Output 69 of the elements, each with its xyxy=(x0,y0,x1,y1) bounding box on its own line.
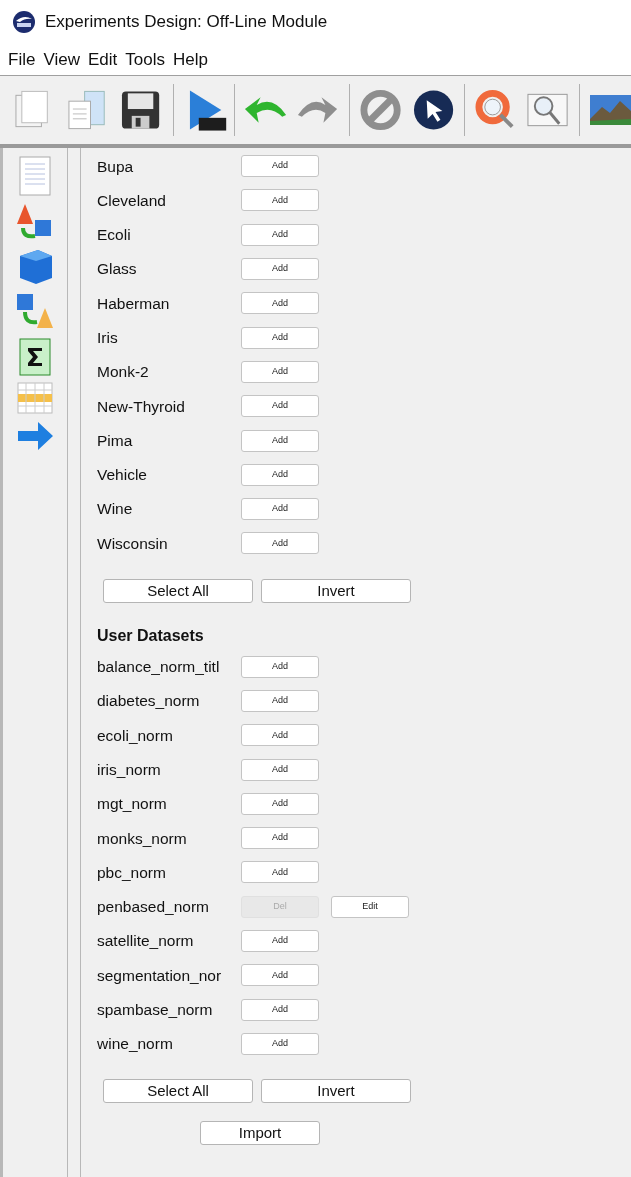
dataset-action-button[interactable]: Add xyxy=(241,998,319,1021)
dataset-name: Ecoli xyxy=(97,225,132,246)
select-all-button[interactable]: Select All xyxy=(103,1079,253,1104)
menu-item[interactable]: File xyxy=(4,46,40,73)
dataset-action-button[interactable]: Add xyxy=(241,395,319,418)
dataset-name: monks_norm xyxy=(97,828,188,849)
dataset-action-button[interactable]: Add xyxy=(241,827,319,850)
app-logo-icon xyxy=(12,10,36,34)
save-icon[interactable] xyxy=(120,89,162,131)
dataset-action-button[interactable]: Add xyxy=(241,189,319,212)
zip-icon[interactable] xyxy=(188,88,228,132)
dataset-name: mgt_norm xyxy=(97,794,168,815)
dataset-name: spambase_norm xyxy=(97,1000,214,1021)
pointer-icon[interactable] xyxy=(412,89,454,131)
dataset-name: wine_norm xyxy=(97,1034,174,1055)
dataset-action-button[interactable]: Add xyxy=(241,690,319,712)
dataset-action-button[interactable]: Add xyxy=(241,360,319,383)
dataset-action-button[interactable]: Add xyxy=(241,792,319,815)
dataset-name: Vehicle xyxy=(97,465,148,486)
invert-button[interactable]: Invert xyxy=(261,578,411,603)
dataset-name: Haberman xyxy=(97,293,171,314)
dataset-name: Cleveland xyxy=(97,190,167,211)
dataset-action-button[interactable]: Add xyxy=(241,498,319,521)
menu-item[interactable]: Edit xyxy=(83,46,122,73)
dataset-action-button[interactable]: Add xyxy=(241,429,319,452)
dataset-action-button[interactable]: Add xyxy=(241,532,319,555)
dataset-name: Wisconsin xyxy=(97,533,169,554)
dataset-name: Glass xyxy=(97,259,138,280)
menu-item[interactable]: View xyxy=(39,46,84,73)
select-all-button[interactable]: Select All xyxy=(103,578,253,603)
dataset-name: Iris xyxy=(97,328,119,348)
menu-item[interactable]: Help xyxy=(168,46,212,73)
landscape-icon[interactable] xyxy=(590,93,631,127)
dataset-action-button[interactable]: Add xyxy=(241,463,319,486)
dataset-action-button[interactable]: Add xyxy=(241,155,319,178)
dataset-action-button[interactable]: Add xyxy=(241,223,319,246)
dataset-action-button[interactable]: Add xyxy=(241,930,319,953)
dataset-action-button[interactable]: Add xyxy=(241,724,319,747)
summation-icon[interactable] xyxy=(19,338,51,376)
dataset-name: iris_norm xyxy=(97,759,162,780)
window-title: Experiments Design: Off-Line Module xyxy=(45,11,328,34)
dataset-action-button[interactable]: Add xyxy=(241,655,319,678)
dataset-action-button[interactable]: Add xyxy=(241,964,319,987)
dataset-action-button[interactable]: Add xyxy=(241,758,319,781)
dataset-name: balance_norm_titl xyxy=(97,657,221,678)
dataset-name: Bupa xyxy=(97,156,135,177)
dataset-name: Wine xyxy=(97,499,134,520)
dataset-name: pbc_norm xyxy=(97,862,167,883)
dataset-action-button[interactable]: Add xyxy=(241,292,319,315)
stop-icon[interactable] xyxy=(359,89,401,131)
dataset-action-button[interactable]: Edit xyxy=(331,895,409,918)
dataset-name: ecoli_norm xyxy=(97,725,174,746)
right-arrow-icon[interactable] xyxy=(16,420,54,452)
dataset-action-button[interactable]: Add xyxy=(241,1032,319,1055)
dataset-action-button[interactable]: Add xyxy=(241,861,319,884)
invert-button[interactable]: Invert xyxy=(261,1079,411,1104)
menu-item[interactable]: Tools xyxy=(121,46,169,73)
help-search-icon[interactable] xyxy=(474,89,516,131)
dataset-name: Monk-2 xyxy=(97,362,150,383)
dataset-name: Pima xyxy=(97,430,134,451)
dataset-name: New-Thyroid xyxy=(97,396,186,417)
dataset-name: satellite_norm xyxy=(97,931,195,952)
dataset-name: penbased_norm xyxy=(97,897,211,918)
dataset-name: segmentation_nor xyxy=(97,965,223,986)
dataset-name: diabetes_norm xyxy=(97,691,201,712)
section-heading: User Datasets xyxy=(97,625,205,646)
import-button[interactable]: Import xyxy=(200,1121,320,1146)
dataset-action-button[interactable]: Add xyxy=(241,258,319,281)
dataset-action-button[interactable]: Add xyxy=(241,326,319,349)
